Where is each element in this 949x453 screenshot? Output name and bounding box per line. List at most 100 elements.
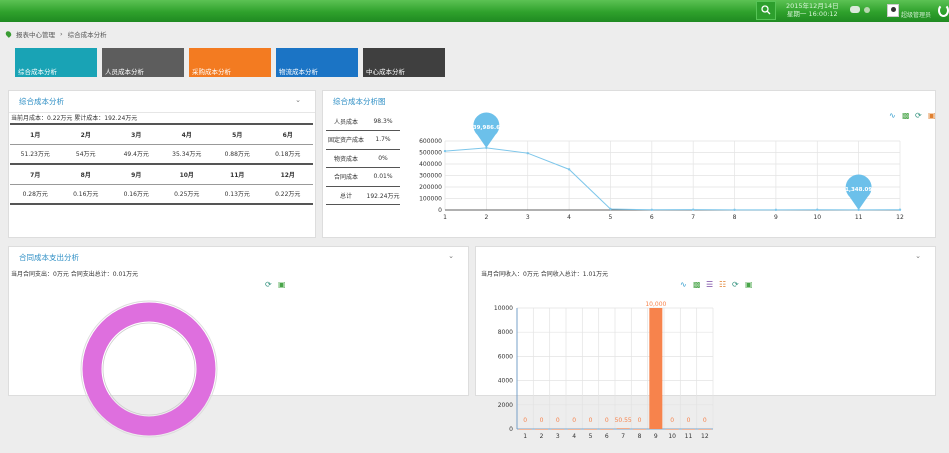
bar-label: 0 (638, 417, 642, 424)
month-header: 3月 (111, 123, 162, 145)
data-point (609, 207, 612, 211)
bar-chart-icon[interactable]: ▩ (693, 281, 701, 289)
cost-name: 固定资产成本 (326, 130, 366, 150)
month-header: 1月 (10, 123, 61, 145)
cost-name: 人员成本 (326, 112, 366, 131)
chevron-down-icon[interactable]: ⌄ (448, 252, 454, 260)
cost-name: 物资成本 (326, 149, 366, 168)
series-line (444, 147, 901, 211)
table-row: 51.23万元 54万元 49.4万元 35.34万元 0.88万元 0.18万… (10, 144, 313, 165)
marker-label: 539,986.64 (469, 125, 504, 131)
refresh-icon[interactable]: ⟳ (265, 281, 273, 289)
bar (518, 429, 532, 430)
tile-label: 中心成本分析 (366, 68, 405, 76)
month-value: 0.28万元 (10, 184, 61, 205)
y-tick-label: 100000 (419, 196, 442, 203)
month-value: 0.13万元 (212, 184, 263, 205)
x-tick-label: 2 (540, 433, 544, 440)
x-tick-label: 10 (668, 433, 676, 440)
chevron-right-icon: › (60, 30, 63, 38)
month-value: 49.4万元 (111, 144, 162, 165)
user-name[interactable]: 超级管理员 (901, 10, 931, 19)
table-row: 固定资产成本 1.7% (326, 130, 400, 150)
y-tick-label: 300000 (419, 173, 442, 180)
month-header: 10月 (161, 163, 212, 185)
x-tick-label: 12 (701, 433, 709, 440)
search-button[interactable] (756, 1, 776, 20)
tile-center-cost[interactable]: 中心成本分析 (363, 48, 445, 77)
save-icon[interactable]: ▣ (928, 112, 936, 120)
tile-purchase-cost[interactable]: 采购成本分析 (189, 48, 271, 77)
y-tick-label: 2000 (498, 402, 513, 409)
chevron-down-icon[interactable]: ⌄ (295, 96, 301, 104)
tile-label: 人员成本分析 (105, 68, 144, 76)
table-row: 1月 2月 3月 4月 5月 6月 (10, 123, 313, 145)
breadcrumb-root[interactable]: 报表中心管理 (16, 29, 55, 39)
refresh-icon[interactable]: ⟳ (915, 112, 923, 120)
y-tick-label: 10000 (494, 305, 513, 312)
bar-label: 50.55 (615, 417, 632, 424)
panel-title: 综合成本分析 (19, 97, 64, 106)
bar (567, 429, 581, 430)
top-bar: 2015年12月14日 星期一 16:00:12 超级管理员 (0, 0, 949, 22)
refresh-icon[interactable]: ⟳ (732, 281, 740, 289)
bar (551, 429, 565, 430)
y-tick-label: 4000 (498, 378, 513, 385)
y-tick-label: 500000 (419, 150, 442, 157)
y-tick-label: 600000 (419, 138, 442, 145)
month-header: 2月 (60, 123, 111, 145)
save-icon[interactable]: ▣ (278, 281, 286, 289)
y-tick-label: 200000 (419, 184, 442, 191)
message-icon[interactable] (850, 6, 860, 13)
bar (698, 429, 712, 430)
y-tick-label: 8000 (498, 329, 513, 336)
x-tick-label: 12 (896, 214, 904, 221)
bar-label: 0 (589, 417, 593, 424)
data-point (443, 149, 447, 153)
bar-label: 0 (523, 417, 527, 424)
cost-name: 总计 (326, 186, 366, 205)
bar (649, 308, 663, 429)
tile-label: 物流成本分析 (279, 68, 318, 76)
bar-label: 0 (670, 417, 674, 424)
bar-label: 0 (540, 417, 544, 424)
tile-overall-cost[interactable]: 综合成本分析 (15, 48, 97, 77)
stack-icon[interactable]: ☰ (706, 281, 714, 289)
notification-icon[interactable] (864, 7, 870, 13)
x-tick-label: 11 (685, 433, 693, 440)
tiled-icon[interactable]: ☷ (719, 281, 727, 289)
month-value: 35.34万元 (161, 144, 212, 165)
bar-label: 0 (572, 417, 576, 424)
monthly-table: 1月 2月 3月 4月 5月 6月 51.23万元 54万元 49.4万元 35… (10, 123, 313, 205)
income-bar-chart: 100008000600040002000001020304050650.557… (494, 301, 714, 440)
breadcrumb-current: 综合成本分析 (67, 31, 107, 39)
data-point (898, 208, 902, 211)
x-tick-label: 6 (605, 433, 609, 440)
bar (633, 429, 646, 430)
line-chart-icon[interactable]: ∿ (680, 281, 688, 289)
x-tick-label: 4 (567, 214, 571, 221)
chevron-down-icon[interactable]: ⌄ (915, 252, 921, 260)
y-tick-label: 400000 (419, 161, 442, 168)
x-tick-label: 8 (638, 433, 642, 440)
x-tick-label: 10 (813, 214, 821, 221)
x-tick-label: 5 (609, 214, 613, 221)
month-value: 0.18万元 (262, 144, 313, 165)
marker-label: 1,348.09 (845, 187, 872, 193)
y-tick-label: 0 (509, 426, 513, 433)
bar (616, 428, 630, 429)
table-row: 0.28万元 0.16万元 0.16万元 0.25万元 0.13万元 0.22万… (10, 184, 313, 205)
expense-donut-chart (80, 300, 218, 438)
bar-label: 0 (687, 417, 691, 424)
x-tick-label: 11 (855, 214, 863, 221)
bar-label: 0 (556, 417, 560, 424)
tile-staff-cost[interactable]: 人员成本分析 (102, 48, 184, 77)
month-header: 8月 (60, 163, 111, 185)
power-icon[interactable] (938, 4, 949, 17)
y-tick-label: 0 (438, 207, 442, 214)
tile-logistics-cost[interactable]: 物流成本分析 (276, 48, 358, 77)
save-icon[interactable]: ▣ (745, 281, 753, 289)
month-header: 12月 (262, 163, 313, 185)
avatar[interactable] (887, 4, 899, 17)
x-tick-label: 1 (443, 214, 447, 221)
